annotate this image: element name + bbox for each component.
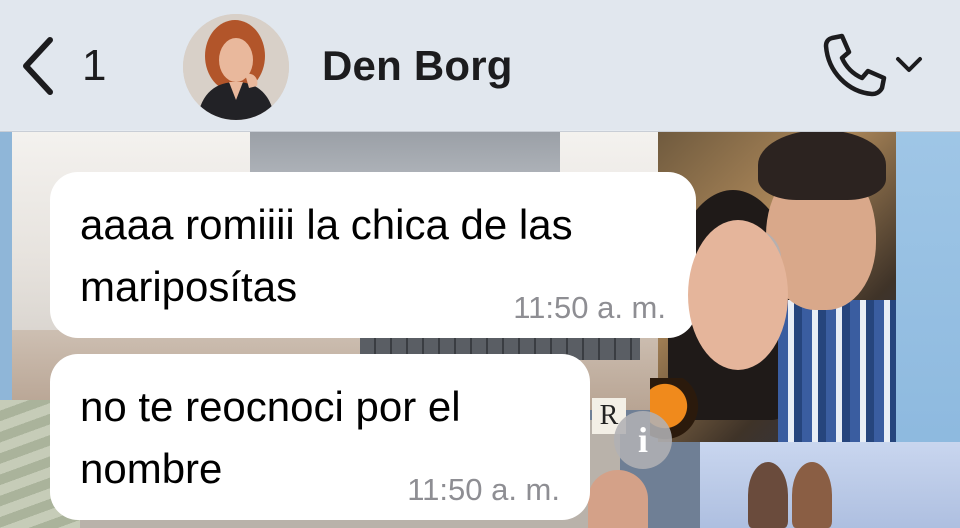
chevron-down-icon [894, 55, 924, 80]
call-button[interactable] [820, 32, 932, 103]
stage-person [792, 462, 832, 528]
stage-person [748, 462, 788, 528]
info-glyph: i [637, 420, 648, 460]
message-text: aaaa romiiii la chica de las mariposítas [80, 201, 573, 310]
wallpaper-stage-photo [700, 442, 960, 528]
message-bubble[interactable]: no te reocnoci por el nombre 11:50 a. m. [50, 354, 590, 520]
message-text: no te reocnoci por el nombre [80, 383, 461, 492]
chat-screen: R 1 Den Borg aaaa romiiii la chica de la… [0, 0, 960, 528]
info-icon[interactable]: i [614, 411, 672, 469]
phone-icon [820, 32, 890, 103]
message-bubble[interactable]: aaaa romiiii la chica de las mariposítas… [50, 172, 696, 338]
unread-count: 1 [82, 41, 107, 90]
back-button[interactable]: 1 [20, 32, 106, 100]
message-time: 11:50 a. m. [513, 290, 666, 325]
wallpaper-woman-photo [588, 470, 648, 528]
chevron-left-icon [20, 36, 56, 96]
photo-man-hair [758, 130, 886, 200]
avatar[interactable] [183, 14, 289, 120]
photo-man-shirt [778, 300, 896, 442]
contact-name[interactable]: Den Borg [322, 40, 513, 92]
photo-woman-face [688, 220, 788, 370]
message-time: 11:50 a. m. [407, 472, 560, 507]
chat-header: 1 Den Borg [0, 0, 960, 132]
